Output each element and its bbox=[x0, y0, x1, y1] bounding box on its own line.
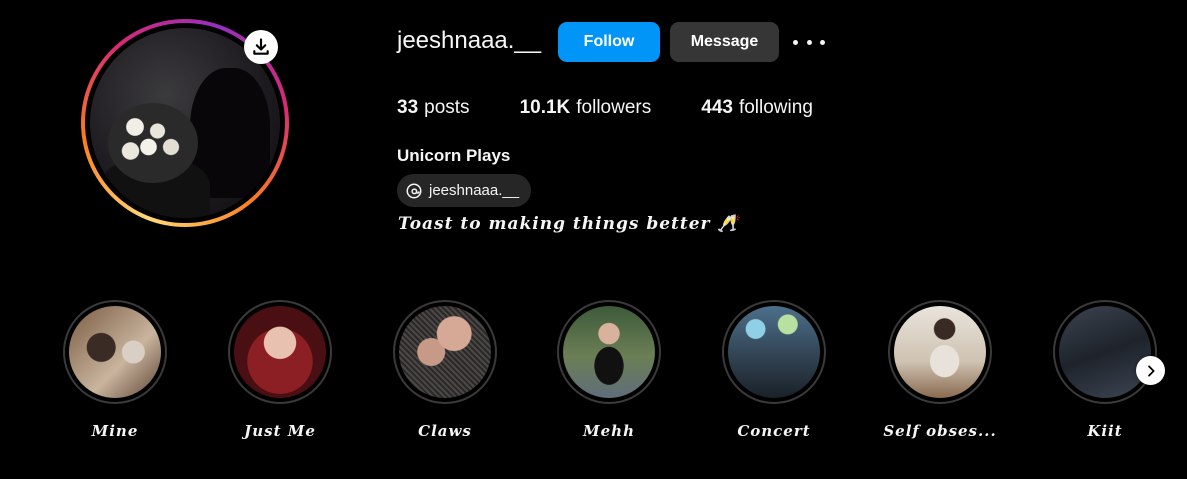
highlight-label: Mine bbox=[91, 422, 139, 440]
highlight-label: Self obses... bbox=[883, 422, 997, 440]
highlight-item[interactable]: Self obses... bbox=[883, 300, 996, 440]
followers-count: 10.1K bbox=[519, 97, 571, 118]
highlight-item[interactable]: Mine bbox=[63, 300, 167, 440]
posts-stat: 33 posts bbox=[397, 97, 470, 119]
highlight-ring bbox=[63, 300, 167, 404]
more-dot bbox=[820, 39, 825, 45]
download-icon bbox=[253, 38, 269, 55]
highlight-ring bbox=[722, 300, 826, 404]
highlight-label: Concert bbox=[737, 422, 811, 440]
followers-label: followers bbox=[576, 97, 652, 118]
more-dot bbox=[806, 39, 812, 45]
highlight-item[interactable]: Claws bbox=[393, 300, 497, 440]
highlight-label: Claws bbox=[418, 422, 472, 440]
highlight-cover bbox=[234, 306, 326, 398]
posts-label: posts bbox=[424, 97, 470, 118]
posts-count: 33 bbox=[397, 97, 419, 118]
profile-username: jeeshnaaa.__ bbox=[397, 27, 542, 54]
highlight-ring bbox=[557, 300, 661, 404]
highlight-cover bbox=[69, 306, 161, 398]
highlight-cover bbox=[728, 306, 820, 398]
followers-stat[interactable]: 10.1K followers bbox=[520, 97, 652, 119]
threads-handle: jeeshnaaa.__ bbox=[429, 182, 520, 199]
follow-button[interactable]: Follow bbox=[558, 22, 660, 62]
highlight-item[interactable]: Mehh bbox=[557, 300, 661, 440]
highlight-label: Mehh bbox=[583, 422, 635, 440]
following-stat[interactable]: 443 following bbox=[701, 97, 813, 119]
highlight-label: Kiit bbox=[1087, 422, 1123, 440]
highlight-item[interactable]: Just Me bbox=[228, 300, 332, 440]
highlight-cover bbox=[894, 306, 986, 398]
message-button[interactable]: Message bbox=[670, 22, 779, 62]
following-count: 443 bbox=[701, 97, 733, 118]
threads-icon bbox=[406, 183, 422, 198]
download-button[interactable] bbox=[244, 30, 278, 64]
chevron-right-icon bbox=[1147, 364, 1155, 377]
highlight-item[interactable]: Concert bbox=[722, 300, 826, 440]
profile-stats: 33 posts 10.1K followers 443 following bbox=[397, 97, 863, 119]
profile-bio: Toast to making things better 🥂 bbox=[398, 214, 740, 234]
highlight-ring bbox=[1053, 300, 1157, 404]
profile-full-name: Unicorn Plays bbox=[397, 146, 511, 165]
more-options-icon[interactable] bbox=[793, 30, 825, 54]
highlight-ring bbox=[228, 300, 332, 404]
highlight-cover bbox=[563, 306, 655, 398]
avatar-bouquet bbox=[108, 103, 198, 183]
more-dot bbox=[793, 39, 798, 45]
highlight-label: Just Me bbox=[244, 422, 316, 440]
highlights-next-button[interactable] bbox=[1136, 356, 1165, 385]
highlight-ring bbox=[888, 300, 992, 404]
highlight-ring bbox=[393, 300, 497, 404]
threads-link[interactable]: jeeshnaaa.__ bbox=[397, 174, 532, 207]
highlight-cover bbox=[399, 306, 491, 398]
highlight-cover bbox=[1059, 306, 1151, 398]
following-label: following bbox=[738, 97, 813, 118]
